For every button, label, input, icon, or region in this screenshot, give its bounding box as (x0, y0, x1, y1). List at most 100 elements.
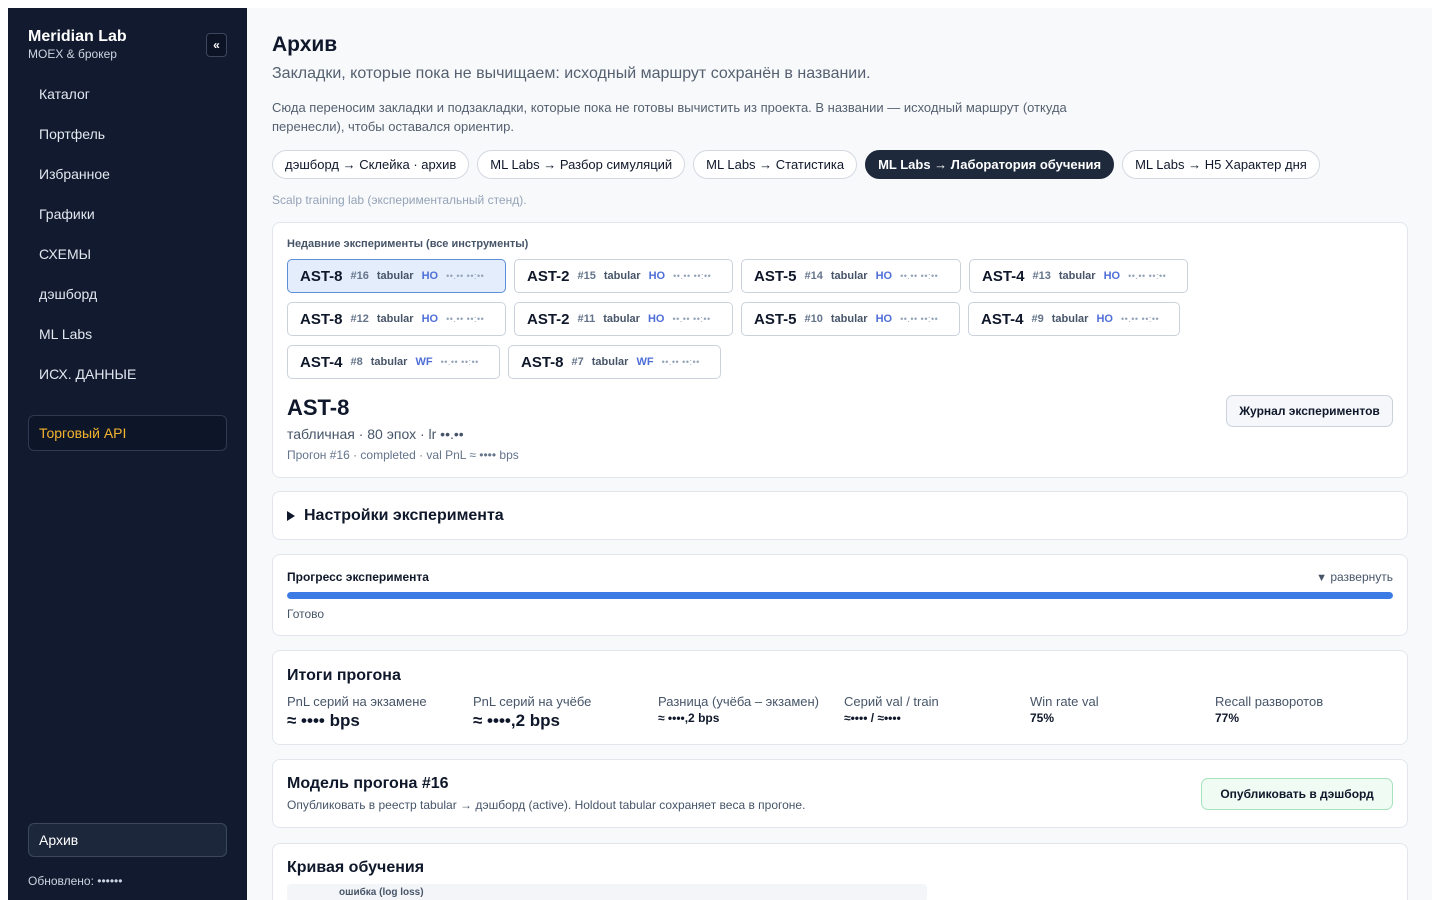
experiment-settings-toggle[interactable]: Настройки эксперимента (272, 491, 1408, 540)
chip-tag: WF (636, 356, 654, 368)
chip-number: #13 (1032, 270, 1051, 282)
curve-title: Кривая обучения (287, 859, 425, 876)
selected-experiment-run: Прогон #16 · completed · val PnL ≈ •••• … (287, 448, 519, 462)
chip-name: AST-2 (527, 267, 570, 285)
chip-type: tabular (370, 356, 408, 368)
settings-title: Настройки эксперимента (304, 507, 504, 524)
chip-tag: HO (421, 270, 439, 282)
tab-statistics[interactable]: ML Labs → Статистика (693, 150, 858, 179)
chip-number: #16 (350, 270, 369, 282)
chip-type: tabular (591, 356, 629, 368)
chip-name: AST-4 (982, 267, 1025, 285)
experiment-chip[interactable]: AST-4 #8 tabular WF ••.•• ••:•• (287, 345, 500, 379)
sidebar-item-source-data[interactable]: ИСХ. ДАННЫЕ (28, 354, 227, 394)
selected-experiment-meta: табличная · 80 эпох · lr ••.•• (287, 426, 464, 442)
chip-tag: WF (415, 356, 433, 368)
sidebar-item-portfolio[interactable]: Портфель (28, 114, 227, 154)
metric-value: ≈ •••• bps (287, 711, 360, 730)
model-description: Опубликовать в реестр tabular → дэшборд … (287, 798, 806, 812)
chip-number: #12 (350, 313, 369, 325)
experiment-journal-button[interactable]: Журнал экспериментов (1226, 395, 1393, 427)
sidebar-item-catalog[interactable]: Каталог (28, 74, 227, 114)
metric-label: Recall разворотов (1215, 694, 1324, 709)
experiment-chip[interactable]: AST-5 #10 tabular HO ••.•• ••:•• (741, 302, 960, 336)
chip-date: ••.•• ••:•• (900, 271, 939, 281)
metric-exam-pnl: PnL серий на экзамене ≈ •••• bps (287, 694, 427, 731)
chip-type: tabular (376, 313, 414, 325)
chip-name: AST-2 (527, 310, 570, 328)
chip-type: tabular (1051, 313, 1089, 325)
sidebar: Meridian Lab MOEX & брокер « Каталог Пор… (8, 8, 247, 900)
metric-label: PnL серий на учёбе (473, 694, 592, 709)
chip-name: AST-5 (754, 310, 797, 328)
metric-win-rate: Win rate val 75% (1030, 694, 1099, 725)
chip-type: tabular (376, 270, 414, 282)
chip-tag: HO (875, 270, 893, 282)
chip-number: #7 (571, 356, 584, 368)
metric-label: Серий val / train (844, 694, 939, 709)
metric-series-count: Серий val / train ≈•••• / ≈•••• (844, 694, 939, 725)
publish-to-dashboard-button[interactable]: Опубликовать в дэшборд (1201, 778, 1393, 810)
chip-number: #14 (804, 270, 823, 282)
main-content: Архив Закладки, которые пока не вычищаем… (247, 8, 1432, 900)
metric-label: Win rate val (1030, 694, 1099, 709)
chip-name: AST-8 (300, 310, 343, 328)
chip-date: ••.•• ••:•• (440, 357, 479, 367)
run-results-card: Итоги прогона PnL серий на экзамене ≈ ••… (272, 650, 1408, 745)
experiment-chip[interactable]: AST-2 #11 tabular HO ••.•• ••:•• (514, 302, 733, 336)
progress-status: Готово (287, 607, 325, 621)
experiments-card: Недавние эксперименты (все инструменты) … (272, 222, 1408, 478)
metric-value: ≈ ••••,2 bps (473, 711, 560, 730)
experiment-chip[interactable]: AST-8 #7 tabular WF ••.•• ••:•• (508, 345, 721, 379)
chip-type: tabular (830, 270, 868, 282)
chip-date: ••.•• ••:•• (446, 314, 485, 324)
triangle-down-icon: ▼ (1316, 572, 1327, 584)
experiments-heading: Недавние эксперименты (все инструменты) (287, 238, 529, 250)
chip-tag: HO (647, 313, 665, 325)
sidebar-item-archive[interactable]: Архив (28, 823, 227, 857)
chip-name: AST-4 (981, 310, 1024, 328)
chip-number: #10 (804, 313, 823, 325)
tab-h5-day-character[interactable]: ML Labs → H5 Характер дня (1122, 150, 1320, 179)
experiment-chip[interactable]: AST-8 #12 tabular HO ••.•• ••:•• (287, 302, 506, 336)
app-title: Meridian Lab (28, 28, 127, 45)
tab-training-lab[interactable]: ML Labs → Лаборатория обучения (865, 150, 1115, 179)
sidebar-item-charts[interactable]: Графики (28, 194, 227, 234)
chip-name: AST-8 (521, 353, 564, 371)
sidebar-item-dashboard[interactable]: дэшборд (28, 274, 227, 314)
learning-curve-card: Кривая обучения ошибка (log loss) (272, 843, 1408, 900)
collapse-sidebar-button[interactable]: « (206, 33, 227, 57)
chip-number: #15 (577, 270, 596, 282)
experiment-chip[interactable]: AST-4 #9 tabular HO ••.•• ••:•• (968, 302, 1180, 336)
chip-date: ••.•• ••:•• (900, 314, 939, 324)
tab-simulation-review[interactable]: ML Labs → Разбор симуляций (477, 150, 686, 179)
settings-header: Настройки эксперимента (287, 507, 504, 525)
experiment-chip[interactable]: AST-5 #14 tabular HO ••.•• ••:•• (741, 259, 961, 293)
page-description: Сюда переносим закладки и подзакладки, к… (272, 100, 1067, 134)
trading-api-button[interactable]: Торговый API (28, 415, 227, 451)
chip-type: tabular (1058, 270, 1096, 282)
results-title: Итоги прогона (287, 667, 401, 684)
model-title: Модель прогона #16 (287, 775, 449, 792)
sidebar-item-favorites[interactable]: Избранное (28, 154, 227, 194)
expand-progress-button[interactable]: ▼ развернуть (1316, 570, 1393, 584)
metric-difference: Разница (учёба – экзамен) ≈ ••••,2 bps (658, 694, 819, 725)
run-model-card: Модель прогона #16 Опубликовать в реестр… (272, 759, 1408, 828)
sidebar-item-ml-labs[interactable]: ML Labs (28, 314, 227, 354)
experiment-chip[interactable]: AST-2 #15 tabular HO ••.•• ••:•• (514, 259, 733, 293)
experiment-chip[interactable]: AST-4 #13 tabular HO ••.•• ••:•• (969, 259, 1188, 293)
updated-status: Обновлено: •••••• (28, 874, 123, 888)
chip-type: tabular (603, 313, 640, 325)
chip-tag: HO (875, 313, 893, 325)
chip-name: AST-8 (300, 267, 343, 285)
chip-date: ••.•• ••:•• (1120, 314, 1160, 324)
sidebar-item-schemes[interactable]: СХЕМЫ (28, 234, 227, 274)
experiment-chip[interactable]: AST-8 #16 tabular HO ••.•• ••:•• (287, 259, 506, 293)
metric-value: ≈ ••••,2 bps (658, 711, 720, 725)
tab-dashboard-archive[interactable]: дэшборд → Склейка · архив (272, 150, 470, 179)
chip-tag: HO (421, 313, 439, 325)
chip-date: ••.•• ••:•• (672, 314, 711, 324)
chip-number: #8 (350, 356, 363, 368)
brand: Meridian Lab MOEX & брокер (28, 28, 127, 61)
chip-type: tabular (830, 313, 868, 325)
